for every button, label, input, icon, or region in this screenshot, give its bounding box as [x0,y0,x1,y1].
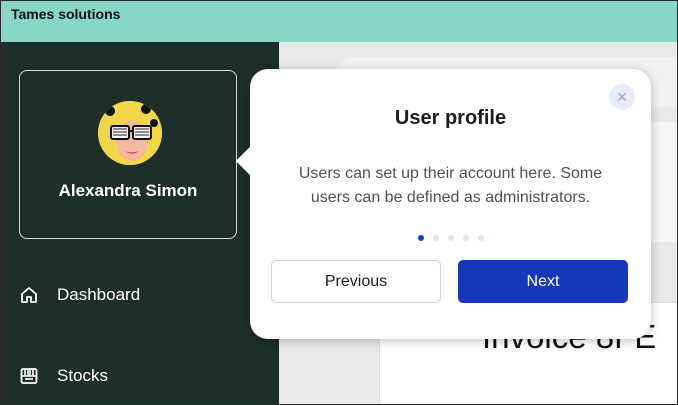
sidebar-item-dashboard[interactable]: Dashboard [19,280,140,310]
sidebar: Alexandra Simon Dashboard Stocks [1,42,279,404]
previous-button[interactable]: Previous [271,260,441,303]
step-dot-active [417,235,424,241]
step-dot [477,235,484,241]
close-icon: × [616,87,628,107]
sidebar-item-label: Stocks [57,366,109,385]
stocks-icon [19,366,39,386]
tooltip-title: User profile [394,107,507,129]
tooltip-body: Users can set up their account here. Som… [298,165,603,206]
app-window: Tames solutions Alexandra Simon Dashboar… [0,0,678,405]
step-dot [462,235,469,241]
sidebar-item-stocks[interactable]: Stocks [19,361,108,391]
profile-card[interactable]: Alexandra Simon [19,70,237,239]
onboarding-tooltip: × User profile Users can set up their ac… [235,69,651,339]
sidebar-item-label: Dashboard [57,285,141,304]
step-indicator [250,235,651,241]
top-bar: Tames solutions [1,1,677,42]
step-dot [432,235,439,241]
company-name: Tames solutions [11,6,121,22]
avatar [98,101,162,165]
next-button[interactable]: Next [458,260,628,303]
step-dot [447,235,454,241]
avatar-image [98,101,162,165]
profile-name: Alexandra Simon [58,181,198,200]
home-icon [19,285,39,305]
